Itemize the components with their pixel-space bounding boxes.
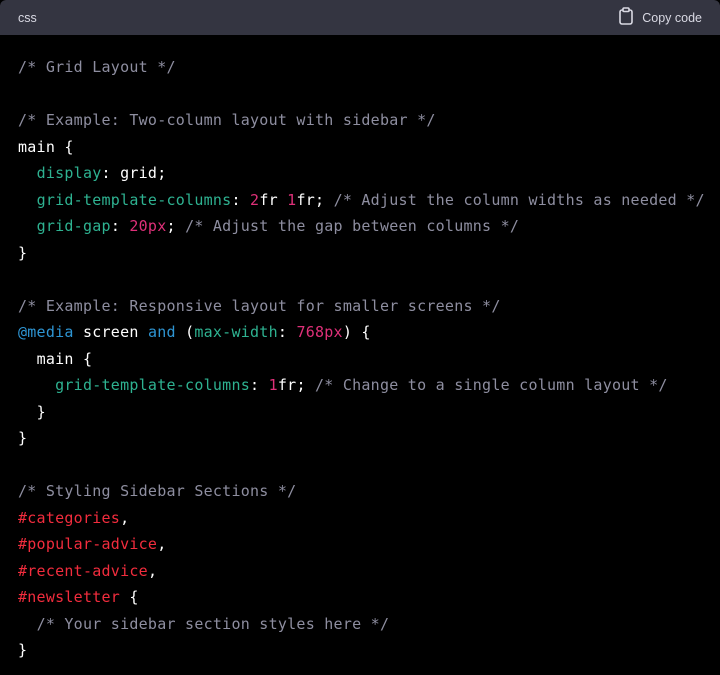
brace: }: [36, 402, 46, 421]
value: grid: [120, 164, 158, 182]
comment: /* Example: Two-column layout with sideb…: [18, 111, 436, 129]
code-line: display: grid;: [18, 160, 702, 187]
punct: ,: [147, 561, 158, 580]
code-line: grid-gap: 20px; /* Adjust the gap betwee…: [18, 213, 702, 240]
punct: ,: [157, 535, 167, 553]
punct: ;: [296, 376, 306, 394]
copy-code-label: Copy code: [642, 10, 702, 25]
code-block-header: css Copy code: [0, 0, 720, 35]
code-line: #recent-advice,: [18, 558, 702, 585]
code-line: }: [18, 425, 702, 452]
brace: }: [18, 641, 28, 659]
selector: main: [18, 137, 56, 156]
number: 768px: [296, 323, 343, 341]
property: grid-gap: [36, 217, 111, 235]
clipboard-icon: [618, 7, 634, 28]
code-line: /* Example: Two-column layout with sideb…: [18, 107, 702, 134]
selector-id: #categories: [18, 508, 121, 527]
code-line: @media screen and (max-width: 768px) {: [18, 319, 702, 346]
punct: ;: [166, 217, 176, 235]
code-line: }: [18, 637, 702, 664]
property: max-width: [194, 323, 278, 341]
punct: :: [231, 190, 241, 209]
comment: /* Adjust the column widths as needed */: [333, 190, 705, 209]
code-line: main {: [18, 134, 702, 161]
property: display: [36, 164, 102, 182]
brace: {: [82, 349, 93, 368]
comment: /* Change to a single column layout */: [315, 376, 668, 394]
brace: }: [18, 429, 28, 447]
code-line: }: [18, 240, 702, 267]
punct: :: [110, 217, 121, 235]
number: 1: [268, 376, 278, 394]
code-line: /* Grid Layout */: [18, 54, 702, 81]
unit: fr: [259, 190, 278, 209]
brace: }: [18, 243, 28, 262]
punct: :: [101, 164, 111, 182]
code-content[interactable]: /* Grid Layout */ /* Example: Two-column…: [0, 35, 720, 664]
number: 20px: [129, 217, 167, 235]
brace: {: [361, 323, 371, 341]
code-line: #categories,: [18, 505, 702, 532]
punct: ;: [157, 164, 167, 182]
at-rule: @media: [18, 323, 74, 341]
selector-id: #recent-advice: [18, 561, 148, 580]
keyword: and: [147, 323, 176, 341]
number: 2: [250, 190, 260, 209]
copy-code-button[interactable]: Copy code: [618, 7, 702, 28]
comment: /* Adjust the gap between columns */: [185, 217, 520, 235]
selector: main: [36, 349, 74, 368]
comment: /* Grid Layout */: [18, 58, 176, 76]
code-line: main {: [18, 346, 702, 373]
media-type: screen: [82, 323, 139, 341]
unit: fr: [277, 376, 297, 394]
code-line: grid-template-columns: 2fr 1fr; /* Adjus…: [18, 187, 705, 214]
comment: /* Example: Responsive layout for smalle…: [18, 296, 501, 315]
punct: ): [342, 323, 353, 341]
code-line: /* Styling Sidebar Sections */: [18, 478, 702, 505]
comment: /* Your sidebar section styles here */: [36, 614, 390, 633]
punct: ,: [120, 508, 130, 527]
brace: {: [64, 137, 74, 156]
punct: ;: [315, 190, 325, 209]
punct: :: [250, 376, 260, 394]
code-line: /* Example: Responsive layout for smalle…: [18, 293, 702, 320]
code-line: }: [18, 399, 702, 426]
code-line: grid-template-columns: 1fr; /* Change to…: [18, 372, 702, 399]
code-block: css Copy code /* Grid Layout */ /* Examp…: [0, 0, 720, 675]
unit: fr: [296, 190, 315, 209]
selector-id: #popular-advice: [18, 535, 158, 553]
code-line: #newsletter {: [18, 584, 702, 611]
code-line: #popular-advice,: [18, 531, 702, 558]
code-line: /* Your sidebar section styles here */: [18, 611, 702, 638]
brace: {: [129, 588, 139, 606]
property: grid-template-columns: [36, 190, 232, 209]
property: grid-template-columns: [55, 376, 251, 394]
selector-id: #newsletter: [18, 588, 121, 606]
comment: /* Styling Sidebar Sections */: [18, 482, 297, 500]
punct: :: [277, 323, 288, 341]
language-label: css: [18, 10, 37, 25]
punct: (: [185, 323, 195, 341]
